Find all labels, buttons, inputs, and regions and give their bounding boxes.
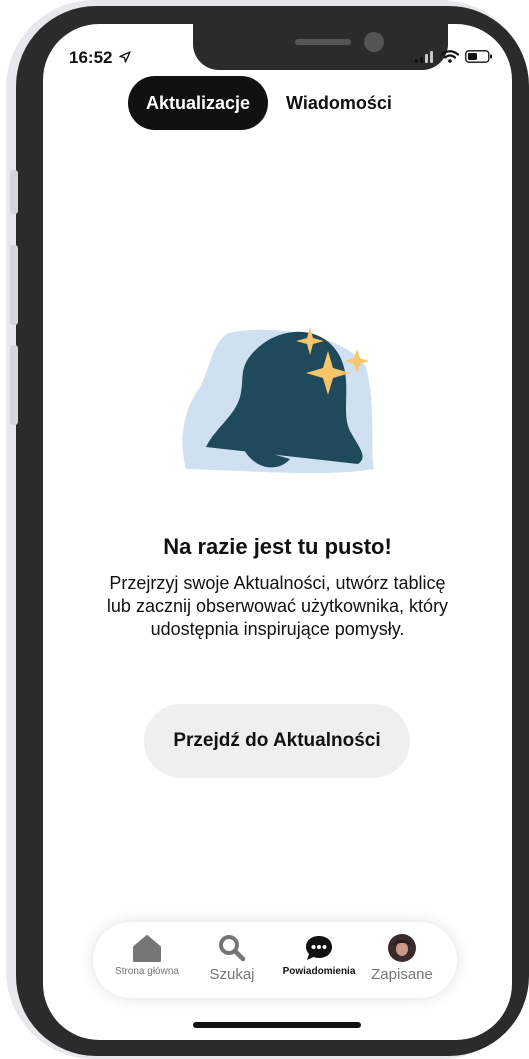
bell-sparkles-icon (182, 327, 374, 474)
speaker (295, 39, 351, 45)
nav-label-home: Strona główna (115, 966, 179, 977)
nav-label-saved: Zapisane (371, 966, 433, 983)
nav-item-notifications[interactable]: Powiadomienia (273, 934, 365, 977)
status-time: 16:52 (69, 48, 131, 68)
volume-up-button (10, 245, 18, 325)
signal-bars-icon (415, 50, 433, 63)
empty-state-title: Na razie jest tu pusto! (163, 534, 392, 559)
nav-item-home[interactable]: Strona główna (108, 934, 186, 977)
bottom-nav: Strona główna Szukaj Powiadomienia Zapis… (93, 922, 457, 998)
tab-wiadomosci[interactable]: Wiadomości (268, 76, 410, 130)
status-icons (415, 50, 493, 63)
nav-item-saved[interactable]: Zapisane (369, 934, 435, 983)
location-arrow-icon (119, 51, 131, 63)
nav-label-notifications: Powiadomienia (282, 966, 356, 977)
silent-switch (10, 170, 18, 214)
go-to-updates-button[interactable]: Przejdź do Aktualności (144, 704, 410, 778)
wifi-icon (441, 50, 459, 63)
volume-down-button (10, 345, 18, 425)
nav-label-search: Szukaj (209, 966, 255, 983)
tab-bar: Aktualizacje Wiadomości (128, 76, 410, 130)
home-icon (133, 935, 161, 962)
front-camera (364, 32, 384, 52)
home-indicator[interactable] (193, 1022, 361, 1028)
nav-item-search[interactable]: Szukaj (204, 934, 260, 983)
avatar (388, 934, 416, 962)
search-icon (219, 935, 246, 962)
status-time-text: 16:52 (69, 48, 113, 67)
tab-aktualizacje[interactable]: Aktualizacje (128, 76, 269, 130)
battery-icon (465, 50, 492, 63)
screen: 16:52 Aktualizacje Wiadomości Na razie j… (43, 24, 512, 1040)
empty-state-message: Przejrzyj swoje Aktualności, utwórz tabl… (106, 573, 449, 639)
speech-bubble-icon (306, 936, 332, 960)
notch (193, 24, 448, 70)
